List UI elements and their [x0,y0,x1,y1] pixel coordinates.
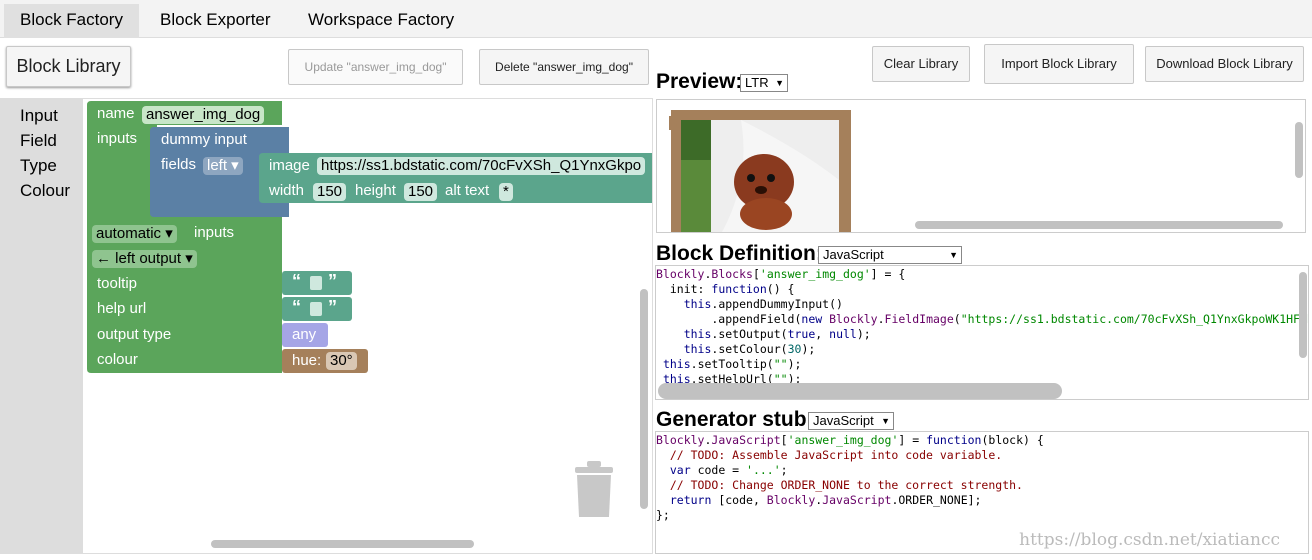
alt-text-label: alt text [445,182,490,199]
automatic-inputs-dropdown[interactable]: automatic ▾ [92,225,177,243]
quote-close-icon: ” [328,271,337,291]
preview-vertical-scrollbar[interactable] [1295,122,1303,178]
output-value: ← left output [96,250,182,267]
width-label: width [269,182,305,199]
colour-label: colour [97,351,138,368]
quote-open-icon: “ [292,271,301,291]
generator-stub-title: Generator stub: [656,408,814,431]
fields-label: fields [161,156,197,173]
trash-icon[interactable] [573,461,615,519]
any-type-block[interactable]: any [282,323,328,347]
fields-align-dropdown[interactable]: left ▾ [203,157,243,175]
watermark: https://blog.csdn.net/xiatiancc [1019,530,1280,550]
preview-image-block[interactable] [671,110,851,232]
name-label: name [97,105,135,122]
hue-colour-block[interactable]: hue: 30° [282,349,368,373]
name-field[interactable]: answer_img_dog [142,106,265,124]
inputs-label: inputs [97,130,138,147]
image-url-field[interactable]: https://ss1.bdstatic.com/70cFvXSh_Q1YnxG… [317,157,646,175]
quote-open-icon: “ [292,297,301,317]
height-label: height [355,182,396,199]
block-library-button[interactable]: Block Library [6,46,131,87]
tab-block-exporter[interactable]: Block Exporter [144,4,287,38]
tab-workspace-factory[interactable]: Workspace Factory [292,4,470,38]
chevron-down-icon: ▼ [949,250,958,260]
clear-library-button[interactable]: Clear Library [872,46,970,82]
hue-label: hue: [292,352,322,369]
chevron-down-icon: ▼ [775,78,784,88]
definition-format-value: JavaScript [823,247,884,262]
definition-code-text: Blockly.Blocks['answer_img_dog'] = { ini… [656,267,1308,386]
automatic-value: automatic [96,225,162,242]
direction-select[interactable]: LTR ▼ [740,74,788,92]
toolbox-field[interactable]: Field [20,131,57,151]
output-type-label: output type [97,326,172,343]
definition-vertical-scrollbar[interactable] [1299,272,1307,358]
toolbox-input[interactable]: Input [20,106,58,126]
fields-align-value: left [207,157,228,174]
toolbox-type[interactable]: Type [20,156,57,176]
definition-horizontal-scrollbar[interactable] [658,383,1062,399]
tab-block-factory[interactable]: Block Factory [4,4,139,38]
block-workspace[interactable]: name answer_img_dog inputs dummy input f… [82,98,653,554]
preview-horizontal-scrollbar[interactable] [915,221,1283,229]
download-library-button[interactable]: Download Block Library [1145,46,1304,82]
width-field[interactable]: 150 [313,183,347,201]
tooltip-label: tooltip [97,275,138,292]
preview-panel[interactable] [656,99,1306,233]
definition-format-select[interactable]: JavaScript ▼ [818,246,962,264]
preview-title: Preview: [656,70,743,93]
help-url-label: help url [97,300,147,317]
inputs-mode-label: inputs [194,224,235,241]
height-field[interactable]: 150 [404,183,438,201]
delete-block-button[interactable]: Delete "answer_img_dog" [479,49,649,85]
tooltip-empty-field[interactable] [310,276,322,290]
update-block-button[interactable]: Update "answer_img_dog" [288,49,463,85]
generator-format-value: JavaScript [813,413,874,428]
import-library-button[interactable]: Import Block Library [984,44,1134,84]
toolbox: Input Field Type Colour [0,98,82,554]
block-definition-title: Block Definition: [656,242,823,265]
workspace-vertical-scrollbar[interactable] [640,289,648,509]
toolbox-colour[interactable]: Colour [20,181,70,201]
direction-value: LTR [745,75,769,90]
dummy-input-label: dummy input [161,131,247,148]
help-url-text-block[interactable]: “ ” [282,297,352,321]
hue-field[interactable]: 30° [326,352,357,370]
any-type-label: any [292,326,317,343]
tooltip-text-block[interactable]: “ ” [282,271,352,295]
alt-text-field[interactable]: * [499,183,513,201]
image-label: image [269,157,310,174]
chevron-down-icon: ▼ [881,416,890,426]
workspace-horizontal-scrollbar[interactable] [211,540,474,548]
generator-format-select[interactable]: JavaScript ▼ [808,412,894,430]
generator-code-text: Blockly.JavaScript['answer_img_dog'] = f… [656,433,1044,522]
preview-dog-image [681,120,839,232]
block-definition-code[interactable]: Blockly.Blocks['answer_img_dog'] = { ini… [655,265,1309,400]
help-url-empty-field[interactable] [310,302,322,316]
output-dropdown[interactable]: ← left output ▾ [92,250,197,268]
quote-close-icon: ” [328,297,337,317]
tab-bar: Block Factory Block Exporter Workspace F… [0,0,1312,38]
